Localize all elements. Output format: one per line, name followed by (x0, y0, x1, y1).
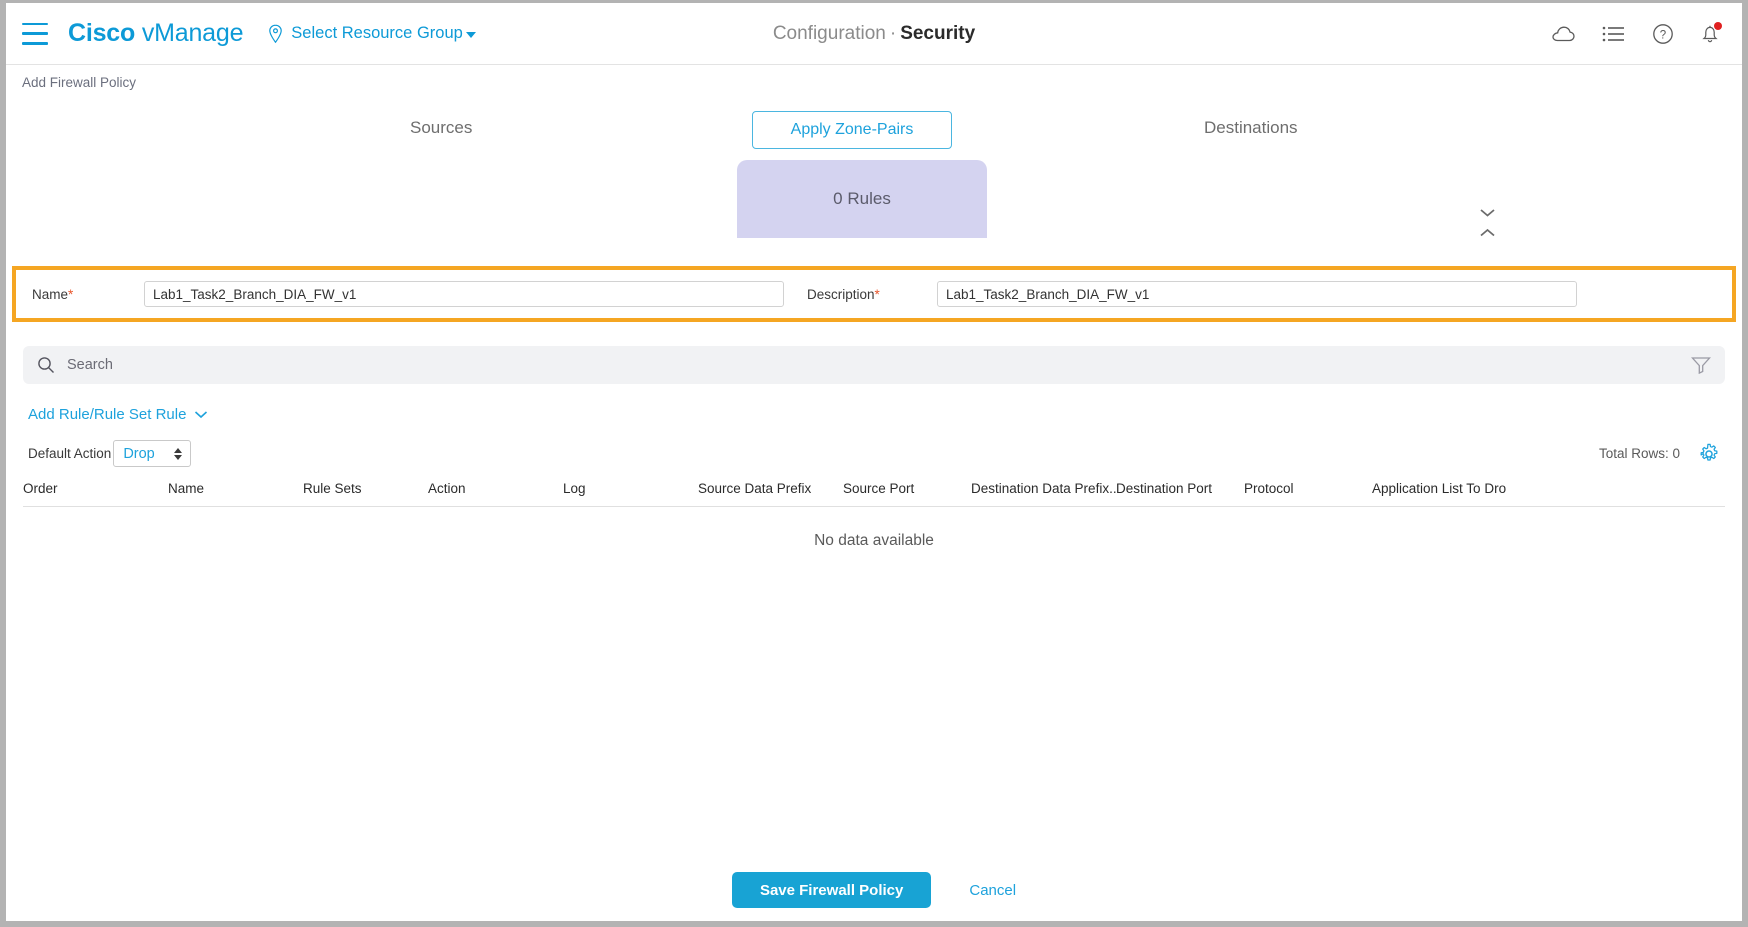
sources-label: Sources (410, 118, 473, 137)
svg-text:?: ? (1660, 29, 1666, 41)
hamburger-menu-icon[interactable] (22, 22, 48, 45)
search-icon (37, 356, 55, 374)
table-toolbar: Default Action Drop Total Rows: 0 (6, 440, 1742, 467)
brand-vmanage-text: vManage (141, 19, 244, 47)
rules-table: Order Name Rule Sets Action Log Source D… (23, 481, 1725, 550)
required-asterisk: * (68, 286, 74, 302)
column-header-protocol[interactable]: Protocol (1244, 481, 1372, 507)
list-icon[interactable] (1602, 25, 1626, 43)
rules-table-body: No data available (23, 507, 1725, 551)
apply-zone-pairs-button[interactable]: Apply Zone-Pairs (752, 111, 952, 149)
chevron-down-icon (194, 410, 208, 419)
breadcrumb[interactable]: Add Firewall Policy (6, 65, 1742, 96)
column-header-action[interactable]: Action (428, 481, 563, 507)
description-label: Description* (807, 286, 880, 302)
total-rows-label: Total Rows: 0 (1598, 446, 1680, 461)
column-header-source-port[interactable]: Source Port (843, 481, 971, 507)
column-header-rule-sets[interactable]: Rule Sets (303, 481, 428, 507)
table-header-row: Order Name Rule Sets Action Log Source D… (23, 481, 1725, 507)
footer-action-bar: Save Firewall Policy Cancel (6, 859, 1742, 921)
add-rule-dropdown-button[interactable]: Add Rule/Rule Set Rule (28, 406, 208, 423)
name-field-group: Name* (32, 281, 784, 307)
no-data-message: No data available (814, 532, 934, 549)
description-input[interactable] (937, 281, 1577, 307)
rules-count-box[interactable]: 0 Rules (737, 160, 987, 238)
cloud-icon[interactable] (1551, 25, 1576, 43)
settings-gear-icon[interactable] (1698, 443, 1720, 465)
filter-funnel-icon[interactable] (1691, 356, 1711, 374)
rules-table-container: Order Name Rule Sets Action Log Source D… (23, 481, 1725, 550)
chevron-down-icon (1479, 204, 1496, 222)
resource-group-label: Select Resource Group (291, 24, 463, 42)
column-header-destination-port[interactable]: Destination Port (1116, 481, 1244, 507)
select-resource-group-dropdown[interactable]: Select Resource Group (267, 24, 476, 44)
column-header-destination-data-prefix[interactable]: Destination Data Prefix... (971, 481, 1116, 507)
name-label: Name* (32, 286, 74, 302)
required-asterisk: * (874, 286, 880, 302)
add-rule-label: Add Rule/Rule Set Rule (28, 406, 187, 423)
page-title-separator: · (889, 22, 897, 44)
collapse-expand-toggle[interactable] (1479, 204, 1496, 242)
chevron-up-icon (1479, 224, 1496, 242)
brand-cisco-text: Cisco (68, 19, 136, 47)
destinations-label: Destinations (1204, 118, 1298, 137)
top-navigation-bar: Cisco vManage Select Resource Group Conf… (6, 3, 1742, 65)
top-bar-icon-group: ? (1551, 22, 1722, 45)
zone-pair-diagram: Sources Apply Zone-Pairs 0 Rules Destina… (6, 96, 1742, 246)
column-header-source-data-prefix[interactable]: Source Data Prefix (698, 481, 843, 507)
search-bar (23, 346, 1725, 384)
default-action-select[interactable]: Drop (113, 440, 192, 467)
rules-table-head: Order Name Rule Sets Action Log Source D… (23, 481, 1725, 507)
cancel-button[interactable]: Cancel (969, 882, 1016, 899)
table-empty-row: No data available (23, 507, 1725, 551)
policy-identity-highlight-region: Name* Description* (12, 266, 1736, 322)
column-header-order[interactable]: Order (23, 481, 168, 507)
chevron-down-icon (465, 31, 476, 38)
brand-logo: Cisco vManage (68, 19, 243, 48)
default-action-label: Default Action (28, 446, 112, 461)
table-rows-info: Total Rows: 0 (1599, 443, 1720, 465)
column-header-name[interactable]: Name (168, 481, 303, 507)
notification-bell-icon[interactable] (1700, 22, 1722, 44)
column-header-application-list-to-drop[interactable]: Application List To Dro (1372, 481, 1725, 507)
page-title-primary: Configuration (772, 22, 886, 44)
stepper-arrows-icon (174, 447, 183, 460)
save-firewall-policy-button[interactable]: Save Firewall Policy (731, 872, 932, 908)
page-title-secondary: Security (900, 22, 976, 44)
search-input[interactable] (67, 357, 1691, 373)
default-action-value: Drop (123, 445, 155, 462)
column-header-log[interactable]: Log (563, 481, 698, 507)
vmanage-app-window: Cisco vManage Select Resource Group Conf… (0, 0, 1748, 927)
location-pin-icon (267, 24, 284, 44)
help-icon[interactable]: ? (1652, 23, 1674, 45)
notification-badge-dot (1714, 22, 1722, 30)
description-field-group: Description* (807, 281, 1577, 307)
name-input[interactable] (144, 281, 784, 307)
